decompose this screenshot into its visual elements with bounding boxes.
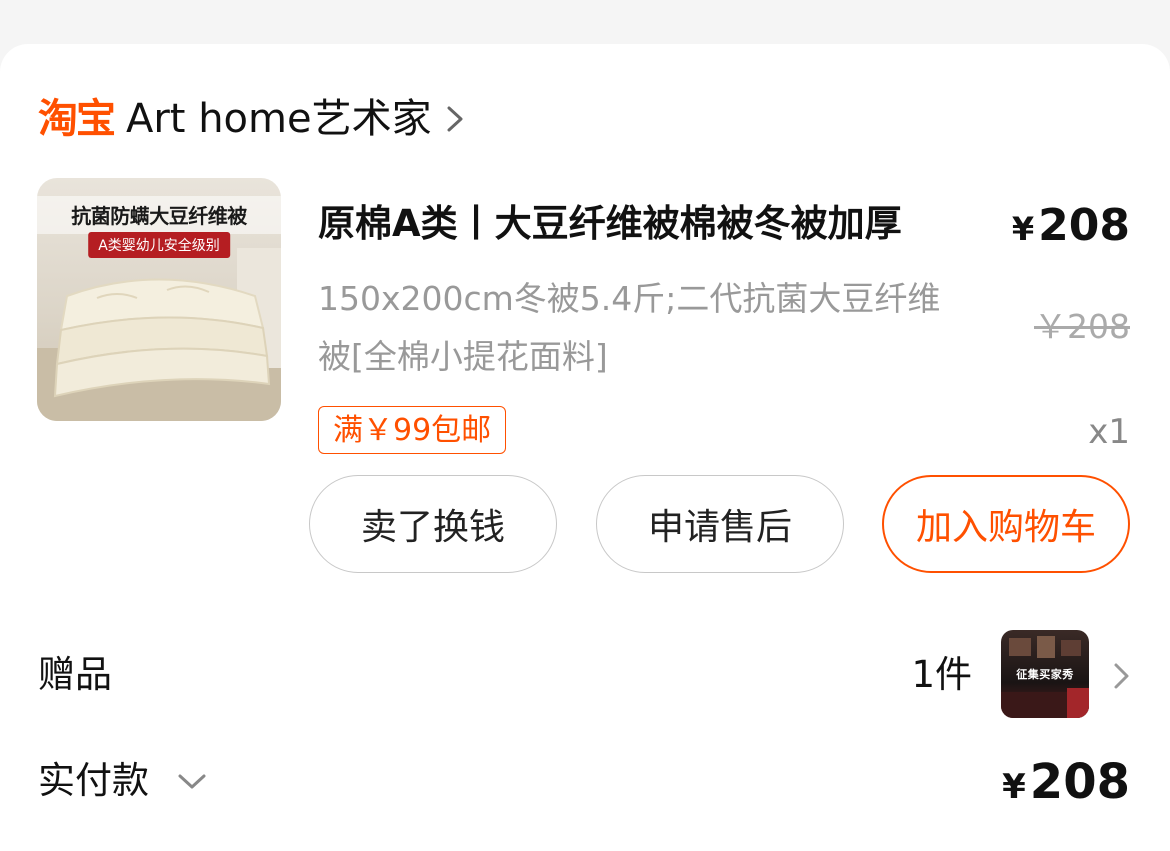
amount-value: 208 bbox=[1029, 754, 1130, 810]
price-value: 208 bbox=[1038, 200, 1130, 251]
payment-amount: ¥208 bbox=[1002, 752, 1130, 817]
after-sale-button[interactable]: 申请售后 bbox=[596, 475, 844, 573]
chevron-right-icon[interactable] bbox=[1108, 656, 1134, 696]
image-title: 抗菌防螨大豆纤维被 bbox=[71, 204, 247, 228]
gift-image[interactable]: 征集买家秀 bbox=[1001, 630, 1089, 718]
currency-symbol: ¥ bbox=[1011, 210, 1035, 248]
payment-label[interactable]: 实付款 bbox=[38, 756, 149, 806]
free-shipping-tag: 满￥99包邮 bbox=[318, 406, 507, 454]
order-card bbox=[0, 44, 1170, 851]
image-subtitle: A类婴幼儿安全级别 bbox=[88, 232, 230, 258]
taobao-logo: 淘宝 bbox=[38, 96, 116, 142]
currency-symbol: ¥ bbox=[1002, 767, 1026, 807]
original-price: ￥208 bbox=[1034, 307, 1130, 346]
gift-image-text: 征集买家秀 bbox=[1016, 668, 1074, 681]
chevron-right-icon[interactable] bbox=[442, 99, 468, 139]
product-price: ¥208 bbox=[1012, 198, 1130, 257]
quantity: x1 bbox=[1088, 412, 1130, 452]
add-to-cart-button[interactable]: 加入购物车 bbox=[882, 475, 1130, 573]
sell-button[interactable]: 卖了换钱 bbox=[309, 475, 557, 573]
product-image[interactable]: 抗菌防螨大豆纤维被 A类婴幼儿安全级别 bbox=[37, 178, 281, 421]
chevron-down-icon[interactable] bbox=[174, 768, 210, 794]
product-title[interactable]: 原棉A类丨大豆纤维被棉被冬被加厚 bbox=[318, 198, 1008, 250]
gift-label: 赠品 bbox=[38, 653, 112, 696]
gift-count[interactable]: 1件 bbox=[911, 650, 972, 700]
shop-header[interactable]: 淘宝 Art home艺术家 bbox=[38, 93, 468, 145]
shop-name[interactable]: Art home艺术家 bbox=[126, 99, 432, 139]
product-spec[interactable]: 150x200cm冬被5.4斤;二代抗菌大豆纤维被[全棉小提花面料] bbox=[318, 270, 958, 386]
